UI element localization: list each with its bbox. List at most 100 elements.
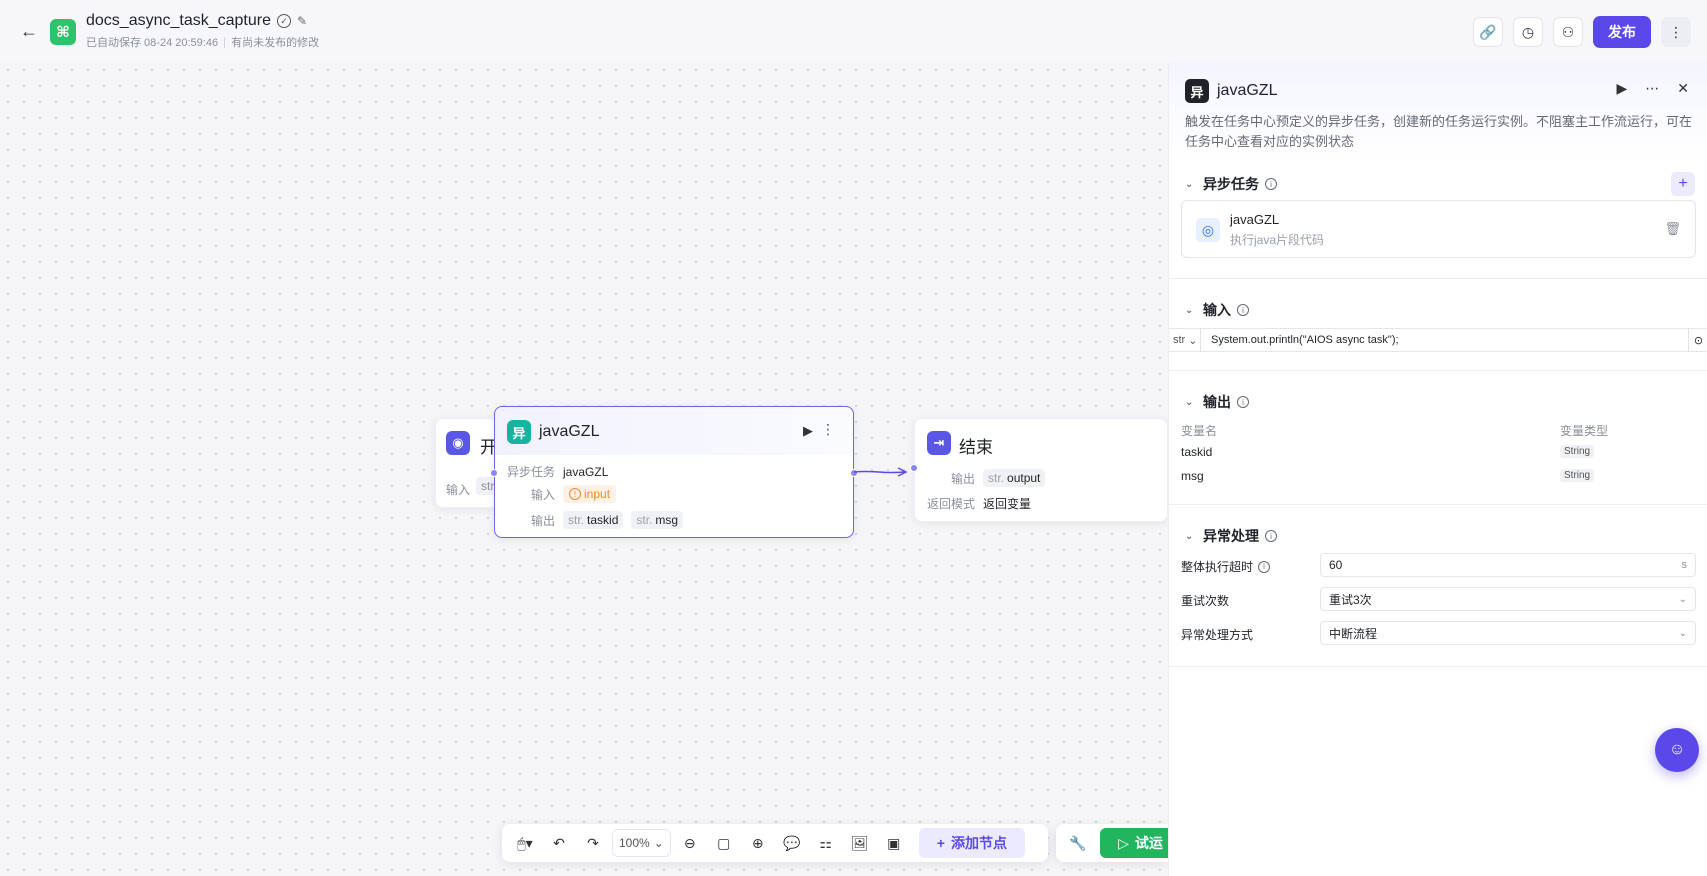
async-task-card[interactable]: ◎ javaGZL 执行java片段代码 🗑 (1181, 200, 1696, 258)
comment-icon[interactable]: 💬 (777, 829, 807, 857)
fit-view-icon[interactable]: ▢ (709, 829, 739, 857)
node-config-panel: 异 javaGZL ▶ ⋯ ✕ 触发在任务中心预定义的异步任务，创建新的任务运行… (1168, 62, 1707, 876)
redo-icon[interactable]: ↷ (578, 829, 608, 857)
start-node-icon: ◉ (446, 431, 470, 455)
canvas-toolbar: 🖱▾ ↶ ↷ 100% ⌄ ⊖ ▢ ⊕ 💬 ⚏ 🖼 ▣ + 添加节点 (502, 824, 1048, 862)
panel-title[interactable]: javaGZL (1217, 82, 1277, 100)
info-icon: i (1237, 304, 1249, 316)
wrench-icon[interactable]: 🔧 (1066, 829, 1090, 857)
connection-edge (854, 467, 908, 477)
end-output-chip: str. output (983, 469, 1046, 487)
test-run-button[interactable]: ▷ 试运 (1100, 828, 1168, 858)
zoom-out-icon[interactable]: ⊖ (675, 829, 705, 857)
end-node-title: 结束 (959, 438, 993, 457)
link-icon[interactable]: 🔗 (1473, 17, 1503, 47)
info-icon: i (1265, 178, 1277, 190)
add-node-button[interactable]: + 添加节点 (918, 828, 1025, 858)
info-icon: i (1265, 530, 1277, 542)
timeout-label: 整体执行超时 i (1181, 558, 1271, 575)
panel-description: 触发在任务中心预定义的异步任务，创建新的任务运行实例。不阻塞主工作流运行，可在任… (1185, 114, 1693, 149)
node-title: javaGZL (539, 423, 600, 440)
task-name: javaGZL (1230, 212, 1280, 227)
top-header: ← ⌘ docs_async_task_capture ✓ ✎ 已自动保存 08… (0, 0, 1707, 62)
output-chip-msg: str. msg (631, 511, 684, 529)
add-task-button[interactable]: + (1671, 172, 1695, 196)
close-icon[interactable]: ✕ (1677, 80, 1689, 97)
input-warning-chip: ! input (563, 485, 617, 503)
publish-button[interactable]: 发布 (1593, 16, 1651, 48)
trash-icon[interactable]: 🗑 (1664, 221, 1681, 237)
more-vertical-icon[interactable]: ⋮ (1661, 17, 1691, 47)
back-arrow-icon[interactable]: ← (18, 20, 40, 42)
check-circle-icon: ✓ (277, 14, 291, 28)
chevron-down-icon: ⌄ (1185, 396, 1194, 408)
divider (1169, 666, 1707, 667)
title-area: docs_async_task_capture ✓ ✎ 已自动保存 08-24 … (86, 12, 319, 50)
async-section-title[interactable]: ⌄ 异步任务 i (1185, 174, 1277, 194)
output-type: String (1560, 445, 1595, 458)
end-node-icon: ⇥ (927, 431, 951, 455)
info-icon: i (1237, 396, 1249, 408)
chevron-down-icon: ⌄ (1185, 178, 1194, 190)
play-circle-icon: ▷ (1118, 834, 1129, 851)
col-header-type: 变量类型 (1560, 424, 1609, 438)
image-icon[interactable]: 🖼 (845, 829, 875, 857)
error-mode-label: 异常处理方式 (1181, 628, 1254, 642)
col-header-name: 变量名 (1181, 424, 1218, 438)
start-node-input-label: 输入 (446, 483, 471, 497)
app-title: docs_async_task_capture (86, 12, 271, 29)
timeout-input[interactable]: 60 s (1320, 553, 1696, 577)
input-section-title[interactable]: ⌄ 输入 i (1185, 300, 1249, 320)
layout-tree-icon[interactable]: ⚏ (811, 829, 841, 857)
divider (1169, 278, 1707, 279)
output-type: String (1560, 469, 1595, 482)
undo-icon[interactable]: ↶ (544, 829, 574, 857)
compass-icon: ◎ (1196, 218, 1220, 242)
async-node-icon: 异 (507, 420, 531, 444)
end-input-port[interactable] (910, 464, 918, 472)
input-row: str ⌄ System.out.println("AIOS async task… (1169, 328, 1707, 352)
async-task-value: javaGZL (563, 464, 609, 479)
error-section-title[interactable]: ⌄ 异常处理 i (1185, 526, 1277, 546)
async-task-node[interactable]: 异 javaGZL ▶ ⋮ 异步任务 javaGZL 输入 ! input 输出 … (490, 406, 858, 538)
output-name: msg (1181, 469, 1204, 483)
unpublished-status: 有尚未发布的修改 (231, 37, 320, 49)
divider (1169, 504, 1707, 505)
collaborator-icon[interactable]: ⚇ (1553, 17, 1583, 47)
assistant-chat-icon[interactable]: ☺ (1655, 728, 1699, 772)
info-icon: i (1258, 560, 1271, 573)
return-mode-label: 返回模式 (927, 497, 976, 511)
error-mode-select[interactable]: 中断流程 ⌄ (1320, 621, 1696, 645)
plus-icon: + (936, 835, 945, 851)
mouse-mode-icon[interactable]: 🖱▾ (510, 829, 540, 857)
end-output-label: 输出 (951, 471, 976, 486)
run-node-play-icon[interactable]: ▶ (803, 423, 813, 439)
screenshot-icon[interactable]: ▣ (879, 829, 909, 857)
output-name: taskid (1181, 445, 1213, 459)
panel-play-icon[interactable]: ▶ (1616, 80, 1627, 97)
chevron-down-icon: ⌄ (1185, 530, 1194, 542)
input-value-field[interactable]: System.out.println("AIOS async task"); (1201, 334, 1688, 346)
panel-more-icon[interactable]: ⋯ (1645, 80, 1659, 97)
zoom-in-icon[interactable]: ⊕ (743, 829, 773, 857)
output-section-title[interactable]: ⌄ 输出 i (1185, 392, 1249, 412)
divider (224, 36, 226, 48)
zoom-select[interactable]: 100% ⌄ (612, 829, 671, 857)
output-chip-taskid: str. taskid (563, 511, 624, 529)
node-more-icon[interactable]: ⋮ (821, 421, 835, 438)
edit-pencil-icon[interactable]: ✎ (297, 14, 307, 28)
warning-icon: ! (569, 488, 582, 500)
task-description: 执行java片段代码 (1230, 233, 1325, 247)
end-node[interactable]: ⇥ 结束 输出 str. output 返回模式 返回变量 (910, 418, 1168, 522)
history-clock-icon[interactable]: ◷ (1513, 17, 1543, 47)
async-task-label: 异步任务 (507, 465, 556, 479)
retry-label: 重试次数 (1181, 594, 1230, 608)
divider (1169, 370, 1707, 371)
retry-select[interactable]: 重试3次 ⌄ (1320, 587, 1696, 611)
input-type-select[interactable]: str ⌄ (1169, 329, 1201, 351)
variable-picker-icon[interactable]: ⊙ (1688, 329, 1707, 351)
app-logo-icon: ⌘ (50, 19, 76, 45)
return-mode-value: 返回变量 (983, 497, 1032, 511)
input-port[interactable] (490, 469, 498, 477)
node-output-label: 输出 (531, 513, 556, 528)
